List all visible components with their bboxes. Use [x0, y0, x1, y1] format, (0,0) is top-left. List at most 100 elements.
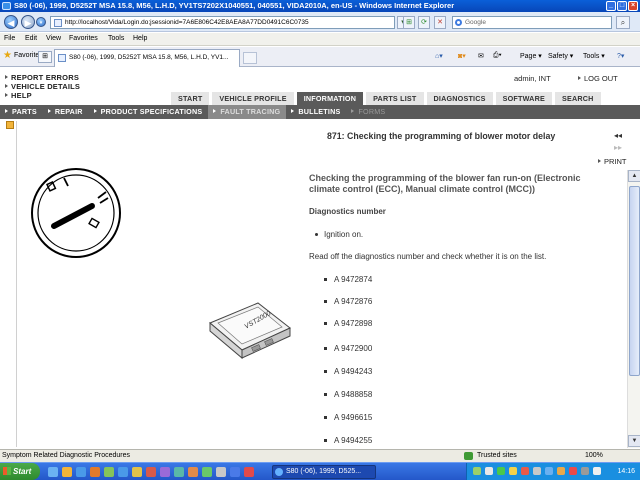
new-tab-button[interactable] — [243, 52, 257, 64]
search-icon[interactable]: ⌕ — [616, 16, 630, 29]
feeds-icon[interactable]: ◙▾ — [458, 52, 466, 60]
tray-icon[interactable] — [533, 467, 541, 475]
quicklaunch-icon[interactable] — [160, 467, 170, 477]
previous-page-icon[interactable]: ◂◂ — [614, 130, 622, 142]
menu-edit[interactable]: Edit — [25, 35, 37, 42]
quicklaunch-icon[interactable] — [202, 467, 212, 477]
quick-tabs-icon[interactable]: ⊞ — [38, 51, 52, 63]
close-icon[interactable]: × — [628, 1, 638, 11]
tray-icon[interactable] — [557, 467, 565, 475]
tray-icon[interactable] — [581, 467, 589, 475]
procedure-heading: Checking the programming of the blower f… — [309, 173, 581, 194]
menu-file[interactable]: File — [4, 35, 15, 42]
subnav-parts[interactable]: PARTS — [0, 105, 43, 119]
compatibility-icon[interactable]: ⊞ — [403, 16, 415, 29]
tab-diagnostics[interactable]: DIAGNOSTICS — [426, 92, 493, 105]
screen: S80 (-06), 1999, D5252T MSA 15.8, M56, L… — [0, 0, 640, 480]
tray-icon[interactable] — [521, 467, 529, 475]
tab-search[interactable]: SEARCH — [554, 92, 601, 105]
code-item: A 9494243 — [323, 367, 373, 376]
back-icon[interactable]: ◀ — [4, 15, 18, 29]
tray-icon[interactable] — [545, 467, 553, 475]
quicklaunch-icon[interactable] — [62, 467, 72, 477]
document-scrollbar[interactable]: ▲ ▼ — [627, 170, 640, 448]
menu-tools[interactable]: Tools — [108, 35, 124, 42]
security-zone[interactable]: Trusted sites — [464, 450, 517, 462]
star-icon: ★ — [3, 50, 12, 61]
read-mail-icon[interactable]: ✉ — [478, 52, 484, 60]
help-menu[interactable]: ?▾ — [617, 52, 624, 60]
quicklaunch-icon[interactable] — [90, 467, 100, 477]
taskbar-window-button[interactable]: S80 (-06), 1999, D525... — [272, 465, 376, 479]
help-link[interactable]: HELP — [5, 91, 80, 100]
zoom-level[interactable]: 100% — [585, 450, 603, 462]
tab-parts-list[interactable]: PARTS LIST — [366, 92, 424, 105]
maximize-icon[interactable]: □ — [617, 1, 627, 11]
ie-icon — [275, 468, 283, 476]
tab-start[interactable]: START — [171, 92, 210, 105]
scroll-thumb[interactable] — [629, 186, 640, 376]
print-link[interactable]: PRINT — [598, 157, 627, 166]
browser-tab[interactable]: S80 (-06), 1999, D5252T MSA 15.8, M56, L… — [54, 49, 240, 67]
vehicle-details-link[interactable]: VEHICLE DETAILS — [5, 82, 80, 91]
tab-title: S80 (-06), 1999, D5252T MSA 15.8, M56, L… — [69, 54, 229, 61]
menu-bar: File Edit View Favorites Tools Help — [0, 33, 640, 46]
vst2000-device-icon: VST2000 — [209, 302, 291, 360]
search-input[interactable]: Google — [452, 16, 612, 29]
menu-view[interactable]: View — [46, 35, 61, 42]
tray-icon[interactable] — [485, 467, 493, 475]
refresh-icon[interactable]: ⟳ — [418, 16, 430, 29]
quicklaunch-icon[interactable] — [230, 467, 240, 477]
page-viewport: REPORT ERRORS VEHICLE DETAILS HELP admin… — [0, 68, 640, 449]
menu-favorites[interactable]: Favorites — [69, 35, 98, 42]
home-icon[interactable]: ⌂▾ — [435, 52, 443, 60]
quicklaunch-icon[interactable] — [104, 467, 114, 477]
sub-navigation: PARTS REPAIR PRODUCT SPECIFICATIONS FAUL… — [0, 105, 640, 119]
quicklaunch-icon[interactable] — [216, 467, 226, 477]
tray-icon[interactable] — [509, 467, 517, 475]
folder-icon[interactable] — [6, 121, 14, 129]
print-icon[interactable]: ⎙▾ — [493, 52, 502, 60]
subnav-bulletins[interactable]: BULLETINS — [286, 105, 346, 119]
address-input[interactable]: http://localhost/Vida/Login.do;jsessioni… — [50, 16, 395, 29]
code-item: A 9472900 — [323, 344, 373, 353]
tools-menu[interactable]: Tools ▾ — [583, 52, 605, 60]
forward-icon[interactable]: ▶ — [21, 15, 35, 29]
minimize-icon[interactable]: _ — [606, 1, 616, 11]
speaker-icon[interactable] — [593, 467, 601, 475]
logout-link[interactable]: LOG OUT — [578, 74, 618, 83]
quicklaunch-icon[interactable] — [146, 467, 156, 477]
stop-icon[interactable]: ✕ — [434, 16, 446, 29]
quicklaunch-icon[interactable] — [118, 467, 128, 477]
favorites-button[interactable]: ★ Favorites — [3, 50, 43, 61]
start-button[interactable]: Start — [0, 463, 40, 480]
tray-icon[interactable] — [497, 467, 505, 475]
quicklaunch-icon[interactable] — [132, 467, 142, 477]
zone-label: Trusted sites — [477, 452, 517, 459]
ie-icon — [2, 2, 11, 10]
tab-information[interactable]: INFORMATION — [296, 92, 364, 105]
quicklaunch-icon[interactable] — [174, 467, 184, 477]
step-bullet: Ignition on. — [314, 230, 364, 239]
quicklaunch-icon[interactable] — [188, 467, 198, 477]
page-menu[interactable]: Page ▾ — [520, 52, 542, 60]
report-errors-link[interactable]: REPORT ERRORS — [5, 73, 80, 82]
safety-menu[interactable]: Safety ▾ — [548, 52, 573, 60]
taskbar-window-label: S80 (-06), 1999, D525... — [286, 468, 362, 475]
scroll-up-icon[interactable]: ▲ — [628, 170, 640, 182]
quicklaunch-icon[interactable] — [48, 467, 58, 477]
history-dropdown-icon[interactable]: ▾ — [36, 17, 46, 27]
quicklaunch-icon[interactable] — [244, 467, 254, 477]
quicklaunch-icon[interactable] — [76, 467, 86, 477]
tab-software[interactable]: SOFTWARE — [495, 92, 552, 105]
scroll-down-icon[interactable]: ▼ — [628, 435, 640, 447]
subnav-product-specifications[interactable]: PRODUCT SPECIFICATIONS — [89, 105, 209, 119]
subnav-repair[interactable]: REPAIR — [43, 105, 89, 119]
menu-help[interactable]: Help — [133, 35, 147, 42]
tray-icon[interactable] — [473, 467, 481, 475]
page-icon — [54, 19, 62, 27]
status-bar: Symptom Related Diagnostic Procedures Tr… — [0, 449, 640, 462]
subnav-fault-tracing[interactable]: FAULT TRACING — [208, 105, 287, 119]
tab-vehicle-profile[interactable]: VEHICLE PROFILE — [212, 92, 294, 105]
tray-icon[interactable] — [569, 467, 577, 475]
